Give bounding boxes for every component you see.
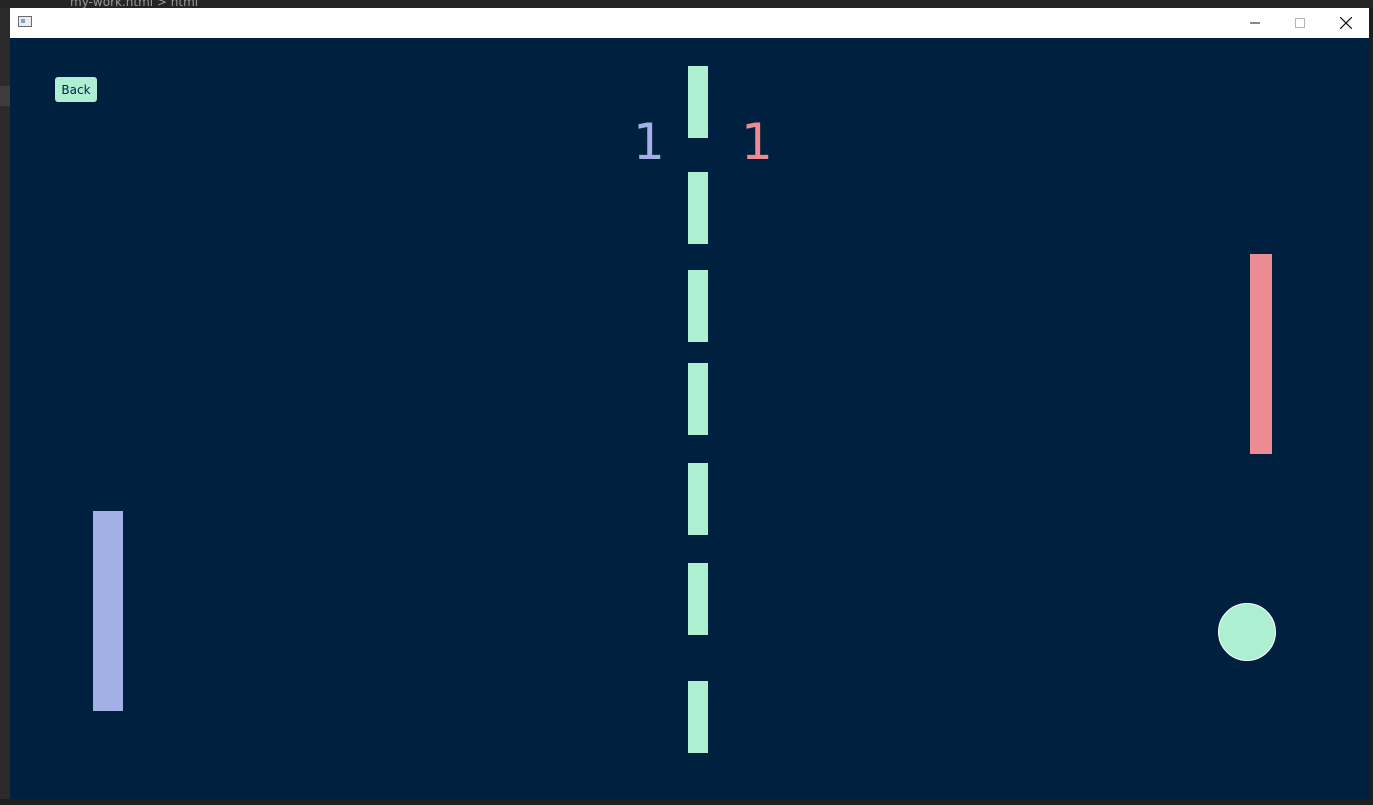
right-paddle[interactable] [1250,254,1272,454]
background-tab-strip: my-work.html > html [0,0,1373,8]
net-dash [688,681,708,753]
maximize-icon [1295,18,1305,28]
background-left-rail [0,8,10,805]
left-player-score: 1 [633,113,665,171]
net-dash [688,563,708,635]
background-bottom-strip [0,799,1373,805]
back-button[interactable]: Back [55,77,97,102]
background-right-rail [1369,8,1373,805]
minimize-button[interactable] [1232,8,1278,38]
net-dash [688,463,708,535]
background-tab-text: my-work.html > html [70,0,199,8]
close-button[interactable] [1323,8,1369,38]
net-dash [688,363,708,435]
app-window-icon [18,16,32,27]
right-player-score: 1 [741,113,773,171]
title-bar[interactable] [10,8,1369,38]
close-icon [1340,17,1352,29]
game-window: Back 1 1 [10,8,1369,799]
net-dash [688,66,708,138]
net-dash [688,172,708,244]
net-dash [688,270,708,342]
game-canvas[interactable]: Back 1 1 [10,38,1369,799]
maximize-button[interactable] [1277,8,1323,38]
left-paddle[interactable] [93,511,123,711]
minimize-icon [1250,22,1260,24]
ball [1218,603,1276,661]
background-left-marker [0,86,10,106]
